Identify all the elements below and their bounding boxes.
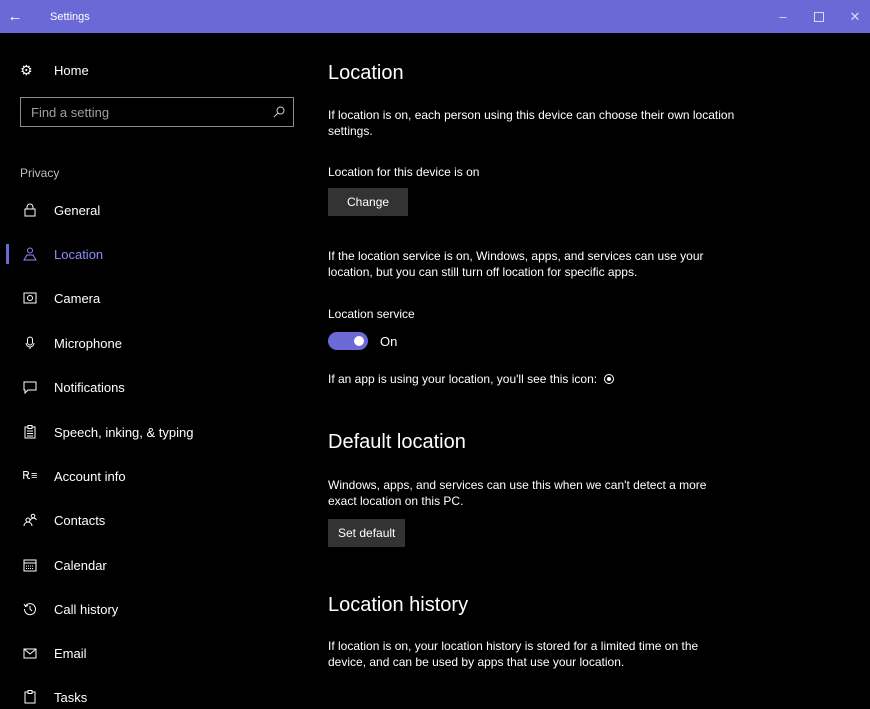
sidebar-item-label: Speech, inking, & typing [54, 424, 194, 440]
search-icon[interactable] [273, 106, 285, 118]
sidebar-item-account-info[interactable]: Ꭱ≡ Account info [20, 464, 126, 488]
microphone-icon [20, 336, 40, 350]
sidebar-item-label: Camera [54, 290, 101, 306]
sidebar-item-speech[interactable]: Speech, inking, & typing [20, 420, 193, 444]
location-history-heading: Location history [328, 594, 469, 616]
default-location-description: Windows, apps, and services can use this… [328, 478, 707, 508]
sidebar-item-label: Call history [54, 601, 119, 617]
change-button[interactable]: Change [328, 188, 409, 216]
sidebar-item-label: Email [54, 645, 87, 661]
sidebar-item-label: Account info [54, 468, 126, 484]
sidebar-item-location[interactable]: Location [20, 242, 103, 266]
sidebar-item-label: Tasks [54, 689, 88, 705]
sidebar-item-label: Location [54, 246, 104, 262]
location-icon-note-text: If an app is using your location, you'll… [328, 372, 598, 386]
sidebar-item-camera[interactable]: Camera [20, 286, 100, 310]
privacy-section-label: Privacy [20, 166, 60, 180]
location-icon-note: If an app is using your location, you'll… [328, 371, 738, 387]
sidebar-item-contacts[interactable]: Contacts [20, 508, 105, 532]
lock-icon [20, 203, 40, 217]
sidebar-item-microphone[interactable]: Microphone [20, 331, 122, 355]
location-service-description: If the location service is on, Windows, … [328, 249, 704, 279]
account-info-icon: Ꭱ≡ [22, 469, 38, 482]
window-title: Settings [50, 10, 90, 23]
toggle-state-label: On [380, 333, 398, 349]
location-in-use-icon [604, 374, 615, 384]
close-icon[interactable]: ✕ [840, 0, 870, 33]
nav-home-label: Home [54, 63, 89, 78]
location-service-label: Location service [328, 307, 415, 321]
nav-home[interactable]: ⚙︎ Home [20, 62, 89, 79]
location-history-description: If location is on, your location history… [328, 639, 699, 669]
location-heading: Location [328, 62, 404, 84]
maximize-icon[interactable] [804, 0, 834, 33]
device-location-status: Location for this device is on [328, 165, 480, 179]
window-controls: – ✕ [762, 0, 870, 33]
gear-icon: ⚙︎ [20, 62, 33, 78]
call-history-icon [20, 602, 40, 616]
toggle-switch[interactable] [328, 332, 368, 350]
speech-icon [20, 425, 40, 439]
search-input[interactable] [31, 104, 273, 120]
tasks-icon [20, 690, 40, 704]
active-indicator [6, 244, 9, 264]
sidebar-item-label: Notifications [54, 379, 125, 395]
sidebar-item-email[interactable]: Email [20, 641, 87, 665]
sidebar-item-call-history[interactable]: Call history [20, 597, 118, 621]
notifications-icon [20, 381, 40, 394]
sidebar-item-calendar[interactable]: Calendar [20, 553, 107, 577]
contacts-icon [20, 513, 40, 527]
toggle-knob [354, 336, 364, 346]
location-description: If location is on, each person using thi… [328, 108, 735, 138]
minimize-icon[interactable]: – [768, 0, 798, 33]
sidebar-item-notifications[interactable]: Notifications [20, 375, 125, 399]
camera-icon [20, 292, 40, 304]
default-location-heading: Default location [328, 431, 466, 453]
email-icon [20, 648, 40, 659]
sidebar-item-label: Microphone [54, 335, 122, 351]
search-box[interactable] [20, 97, 294, 127]
sidebar-item-general[interactable]: General [20, 198, 100, 222]
set-default-button[interactable]: Set default [328, 519, 406, 547]
sidebar-item-label: Calendar [54, 557, 107, 573]
location-service-toggle[interactable]: On [328, 332, 397, 350]
sidebar-item-tasks[interactable]: Tasks [20, 685, 87, 709]
sidebar-item-label: General [54, 202, 101, 218]
location-person-icon [20, 247, 40, 261]
title-bar: ← Settings – ✕ [0, 0, 870, 33]
back-arrow-icon[interactable]: ← [0, 0, 30, 33]
calendar-icon [20, 559, 40, 572]
sidebar-item-label: Contacts [54, 512, 106, 528]
